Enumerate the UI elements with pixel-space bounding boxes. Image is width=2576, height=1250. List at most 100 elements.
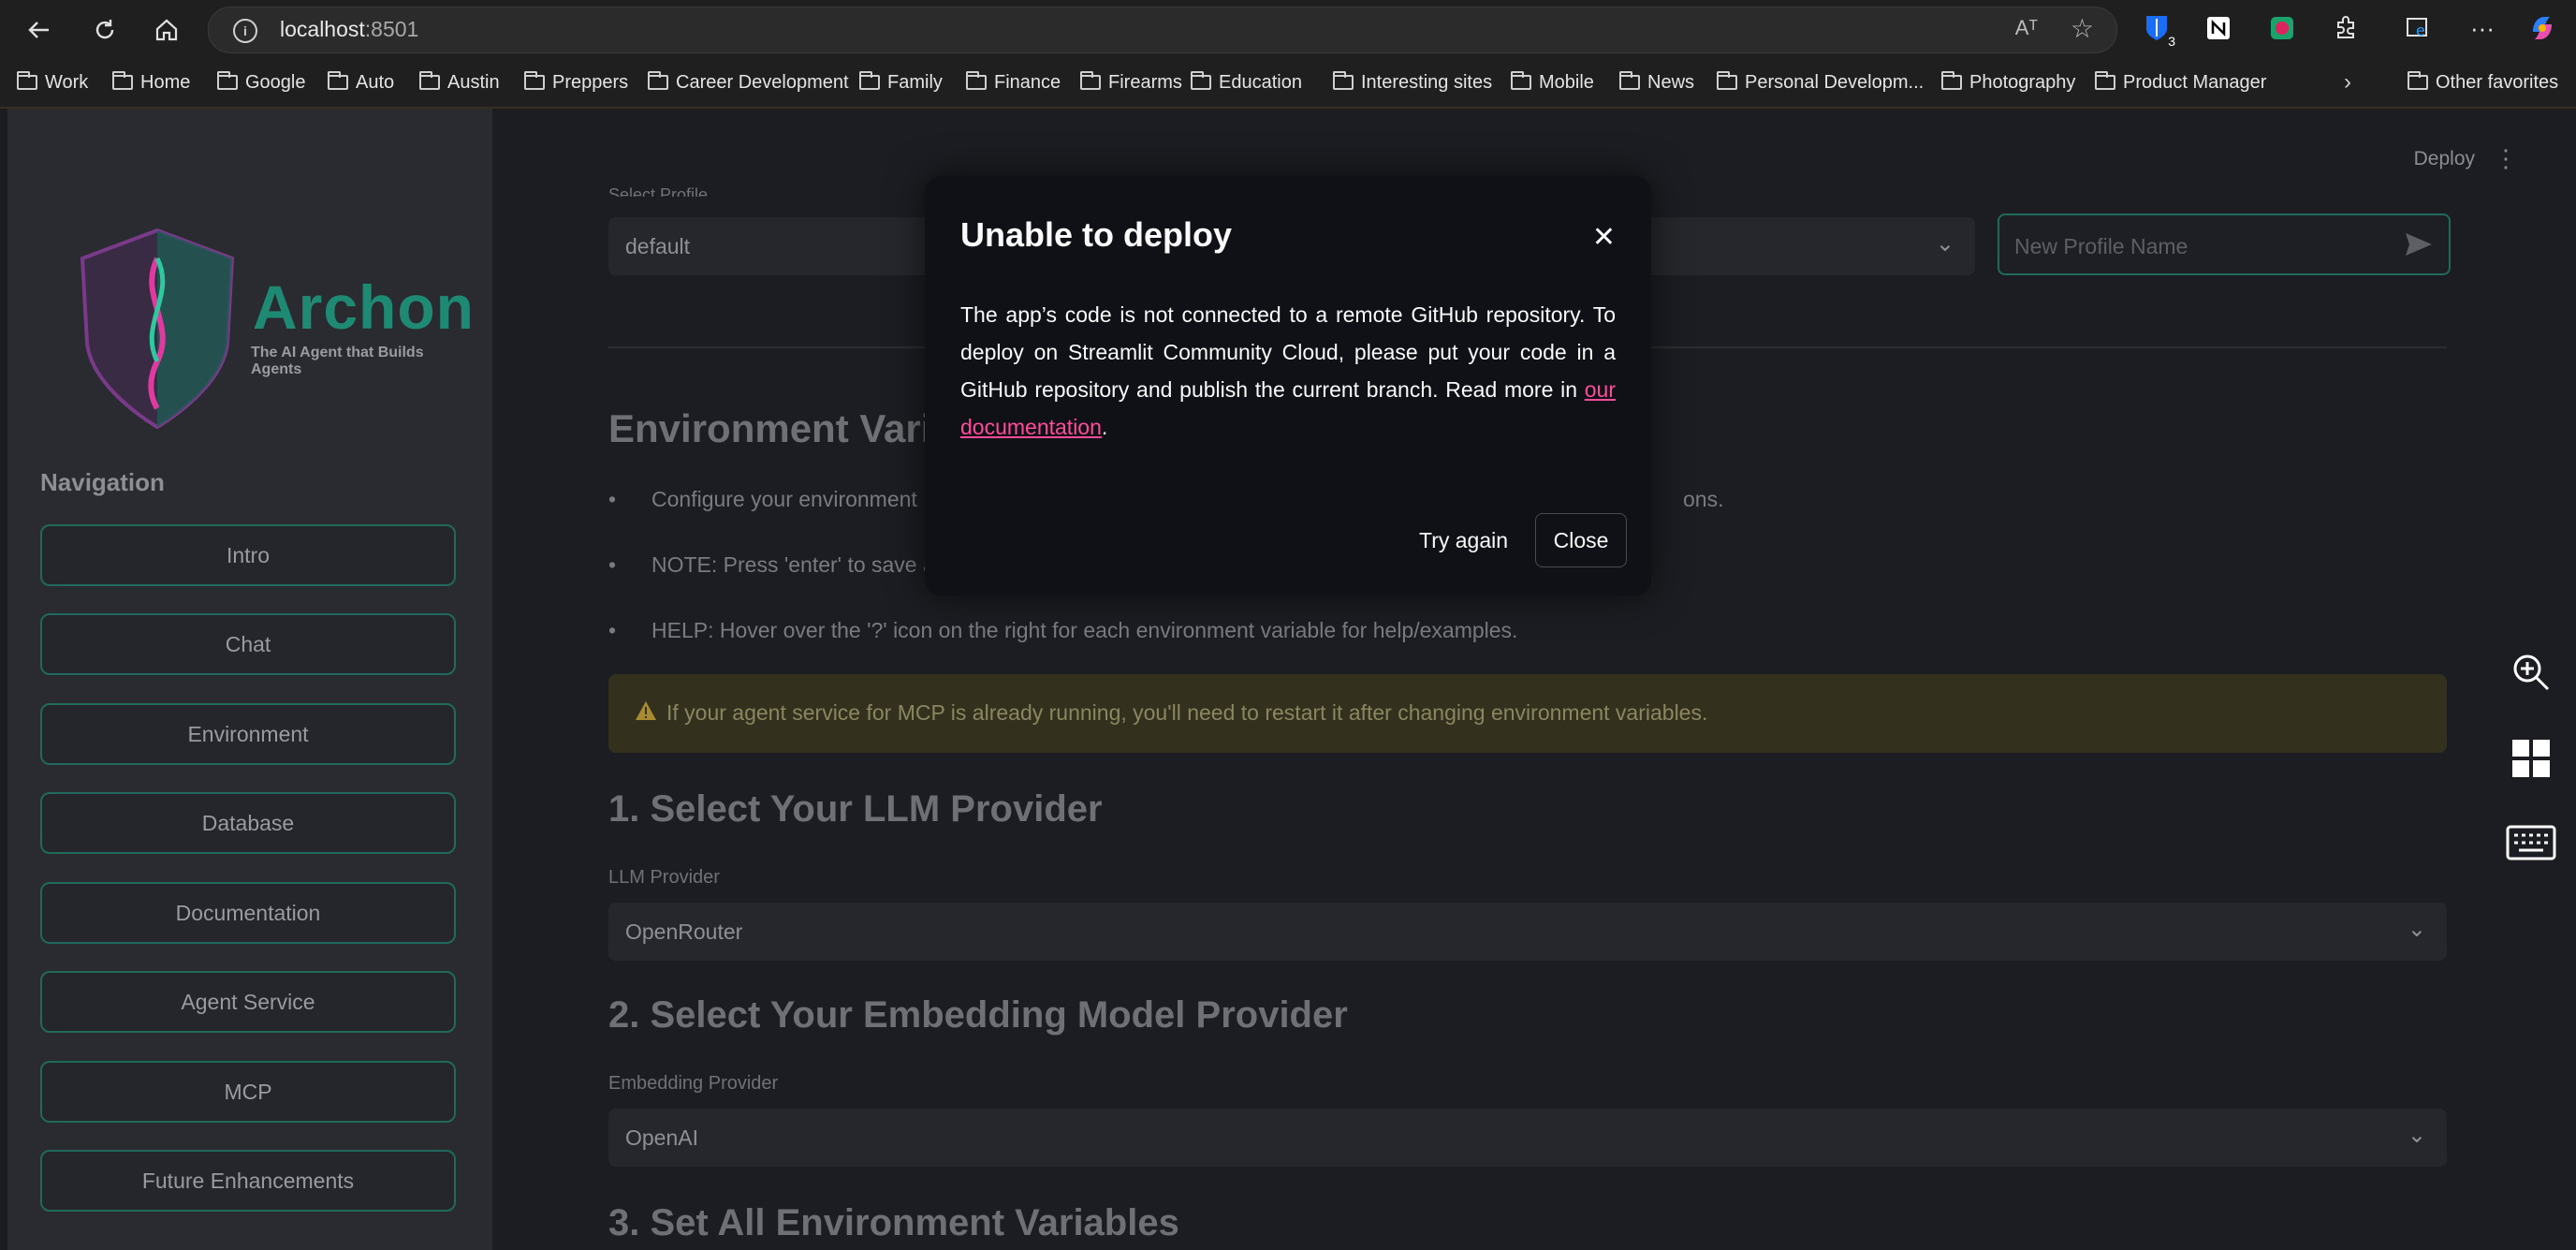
- folder-icon: [217, 71, 238, 90]
- folder-icon: [1511, 71, 1531, 90]
- more-options-icon[interactable]: ···: [2467, 13, 2497, 43]
- nav-future-enhancements-button[interactable]: Future Enhancements: [40, 1150, 456, 1212]
- folder-icon: [1191, 71, 1211, 90]
- bookmark-folder[interactable]: Google: [217, 67, 306, 97]
- bitwarden-extension-icon[interactable]: 3: [2142, 13, 2175, 49]
- bookmark-folder[interactable]: Education: [1191, 67, 1302, 97]
- nav-agent-service-button[interactable]: Agent Service: [40, 971, 456, 1033]
- bookmark-folder[interactable]: Photography: [1941, 67, 2075, 97]
- home-button[interactable]: [146, 9, 187, 51]
- other-favorites[interactable]: Other favorites: [2408, 67, 2558, 97]
- back-button[interactable]: [19, 9, 60, 51]
- section-embedding-heading: 2. Select Your Embedding Model Provider: [608, 994, 1348, 1036]
- embedding-provider-select[interactable]: OpenAI ⌄: [608, 1109, 2447, 1167]
- try-again-button[interactable]: Try again: [1419, 528, 1508, 553]
- warning-alert: If your agent service for MCP is already…: [608, 674, 2447, 753]
- extension-badge: 3: [2168, 34, 2175, 49]
- navigation-heading: Navigation: [40, 468, 165, 496]
- llm-provider-select[interactable]: OpenRouter ⌄: [608, 903, 2447, 961]
- folder-icon: [419, 71, 440, 90]
- llm-provider-value: OpenRouter: [625, 919, 743, 944]
- read-aloud-icon[interactable]: Aᵀ: [2015, 16, 2038, 40]
- new-profile-placeholder: New Profile Name: [2014, 234, 2188, 258]
- llm-provider-label: LLM Provider: [608, 867, 720, 888]
- folder-icon: [524, 71, 545, 90]
- copilot-icon[interactable]: [2527, 13, 2557, 43]
- archon-logo: Archon The AI Agent that Builds Agents: [73, 221, 474, 436]
- shield-logo-icon: [80, 228, 235, 430]
- new-profile-input[interactable]: New Profile Name: [1998, 213, 2451, 275]
- more-bookmarks-chevron-icon[interactable]: ›: [2344, 67, 2351, 97]
- folder-icon: [1333, 71, 1354, 90]
- folder-icon: [1941, 71, 1962, 90]
- send-icon[interactable]: [2404, 230, 2434, 258]
- favorite-star-icon[interactable]: ☆: [2071, 13, 2094, 44]
- svg-text:e: e: [2416, 22, 2425, 39]
- bookmark-folder[interactable]: Family: [859, 67, 943, 97]
- bookmark-folder[interactable]: Work: [17, 67, 88, 97]
- sidebar: Archon The AI Agent that Builds Agents N…: [7, 109, 492, 1250]
- nav-chat-button[interactable]: Chat: [40, 613, 456, 675]
- profile-select-value: default: [625, 234, 691, 258]
- deploy-button[interactable]: Deploy: [2414, 148, 2475, 170]
- folder-icon: [112, 71, 133, 90]
- folder-icon: [966, 71, 987, 90]
- bookmark-folder[interactable]: Finance: [966, 67, 1061, 97]
- nav-intro-button[interactable]: Intro: [40, 524, 456, 586]
- recorder-extension-icon[interactable]: [2267, 13, 2297, 43]
- folder-icon: [328, 71, 348, 90]
- windows-grid-icon[interactable]: [2509, 736, 2554, 781]
- chevron-down-icon: ⌄: [2407, 1123, 2426, 1148]
- nav-database-button[interactable]: Database: [40, 792, 456, 854]
- notion-extension-icon[interactable]: [2203, 13, 2233, 43]
- bookmark-folder[interactable]: Firearms: [1080, 67, 1182, 97]
- embedding-provider-label: Embedding Provider: [608, 1073, 779, 1094]
- bookmark-folder[interactable]: Mobile: [1511, 67, 1594, 97]
- section-llm-heading: 1. Select Your LLM Provider: [608, 788, 1103, 830]
- folder-icon: [1619, 71, 1640, 90]
- bookmark-folder[interactable]: News: [1619, 67, 1694, 97]
- site-info-icon[interactable]: i: [233, 19, 257, 43]
- unable-to-deploy-dialog: Unable to deploy ✕ The app’s code is not…: [925, 176, 1651, 596]
- keyboard-icon[interactable]: [2505, 820, 2557, 865]
- embedding-provider-value: OpenAI: [625, 1125, 698, 1150]
- folder-icon: [1080, 71, 1101, 90]
- dialog-body-text: The app’s code is not connected to a rem…: [960, 302, 1616, 402]
- address-bar[interactable]: i localhost:8501 Aᵀ ☆: [208, 7, 2117, 53]
- bookmark-folder[interactable]: Product Manager: [2095, 67, 2266, 97]
- dialog-body: The app’s code is not connected to a rem…: [960, 296, 1616, 446]
- bookmark-folder[interactable]: Interesting sites: [1333, 67, 1492, 97]
- nav-environment-button[interactable]: Environment: [40, 703, 456, 765]
- logo-title: Archon: [253, 272, 475, 342]
- bookmark-folder[interactable]: Auto: [328, 67, 394, 97]
- main-menu-icon[interactable]: ⋮: [2494, 144, 2518, 173]
- extensions-puzzle-icon[interactable]: [2331, 13, 2361, 43]
- nav-mcp-button[interactable]: MCP: [40, 1061, 456, 1123]
- dialog-title: Unable to deploy: [960, 215, 1233, 254]
- bookmark-folder[interactable]: Career Development: [648, 67, 849, 97]
- collections-icon[interactable]: e: [2404, 13, 2434, 43]
- folder-icon: [859, 71, 880, 90]
- home-icon: [155, 19, 178, 41]
- refresh-button[interactable]: [84, 9, 125, 51]
- chevron-down-icon: ⌄: [1935, 231, 1954, 257]
- logo-tagline: The AI Agent that Builds Agents: [251, 345, 424, 377]
- nav-documentation-button[interactable]: Documentation: [40, 882, 456, 944]
- bookmark-folder[interactable]: Home: [112, 67, 190, 97]
- close-icon[interactable]: ✕: [1592, 221, 1616, 254]
- section-env-vars-heading: 3. Set All Environment Variables: [608, 1202, 1179, 1243]
- warning-text: If your agent service for MCP is already…: [666, 700, 1708, 725]
- zoom-in-icon[interactable]: [2509, 650, 2554, 695]
- select-profile-label: Select Profile: [608, 185, 709, 197]
- url-text: localhost:8501: [280, 17, 419, 41]
- refresh-icon: [95, 20, 114, 39]
- back-arrow-icon: [28, 22, 49, 38]
- bookmark-folder[interactable]: Austin: [419, 67, 500, 97]
- environment-heading: Environment Varia: [608, 406, 954, 450]
- close-button[interactable]: Close: [1535, 513, 1627, 567]
- folder-icon: [648, 71, 668, 90]
- bookmark-folder[interactable]: Personal Developm...: [1717, 67, 1924, 97]
- folder-icon: [2095, 71, 2115, 90]
- bookmarks-bar: Work Home Google Auto Austin Preppers Ca…: [0, 58, 2576, 109]
- bookmark-folder[interactable]: Preppers: [524, 67, 628, 97]
